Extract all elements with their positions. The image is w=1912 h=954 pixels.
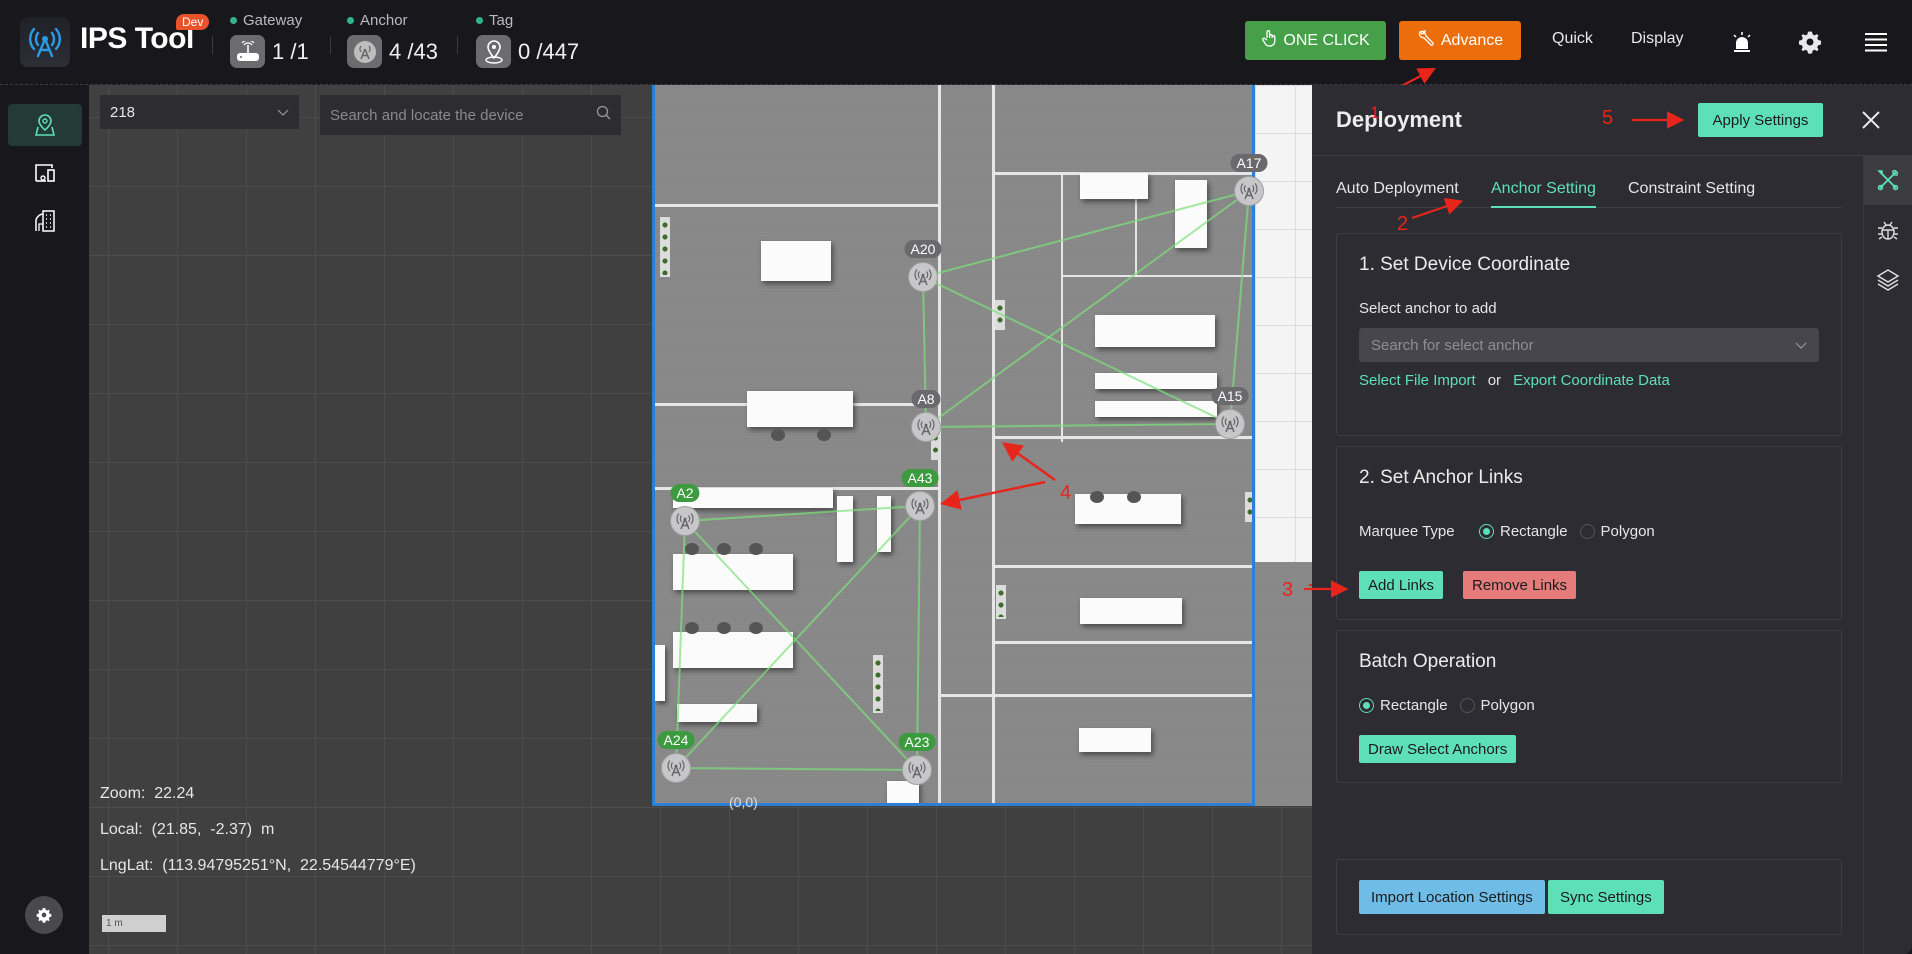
gear-icon [36, 908, 52, 923]
apply-settings-button[interactable]: Apply Settings [1698, 103, 1823, 137]
quick-link[interactable]: Quick [1552, 30, 1593, 48]
annotation-arrow-3 [1304, 580, 1349, 598]
tools-button[interactable] [1864, 155, 1912, 205]
anchor-tower-icon [347, 35, 382, 68]
batch-operation-card: Batch Operation Rectangle Polygon Draw S… [1336, 630, 1842, 783]
nav-devices[interactable] [8, 152, 82, 194]
annotation-1: 1 [1370, 103, 1380, 122]
radio-rectangle[interactable] [1479, 524, 1494, 539]
top-header: IPS Tool Dev Gateway 1 /1 Anchor 4 /43 T… [0, 0, 1912, 85]
tag-stat: Tag 0 /447 [476, 12, 579, 68]
divider [330, 36, 331, 54]
alarm-light-icon[interactable] [1728, 28, 1756, 56]
anchor-label: Anchor [360, 12, 408, 29]
section-title: 2. Set Anchor Links [1359, 467, 1523, 488]
add-links-button[interactable]: Add Links [1359, 571, 1443, 599]
draw-select-anchors-button[interactable]: Draw Select Anchors [1359, 735, 1517, 763]
settings-button[interactable] [25, 896, 63, 934]
tag-count: 0 /447 [518, 38, 580, 64]
anchor-select[interactable]: Search for select anchor [1359, 328, 1819, 362]
batch-radio-group: Rectangle Polygon [1359, 697, 1535, 714]
menu-icon[interactable] [1862, 28, 1890, 56]
layers-button[interactable] [1864, 255, 1912, 305]
bug-icon [1878, 221, 1898, 240]
divider [212, 36, 213, 54]
tag-label: Tag [489, 12, 514, 29]
radio-label: Rectangle [1380, 697, 1448, 714]
radio-label: Polygon [1600, 523, 1655, 540]
chevron-down-icon [1795, 337, 1807, 354]
annotation-3: 3 [1282, 579, 1294, 601]
hand-pointer-icon [1261, 29, 1277, 52]
gear-icon[interactable] [1796, 28, 1824, 56]
remove-links-button[interactable]: Remove Links [1463, 571, 1577, 599]
close-icon[interactable] [1856, 105, 1886, 135]
devices-icon [35, 164, 55, 182]
select-anchor-label: Select anchor to add [1359, 300, 1497, 317]
map-pin-icon [34, 114, 56, 136]
deployment-panel: Deployment 1 5 Apply Settings Auto Deplo… [1282, 85, 1912, 954]
one-click-button[interactable]: ONE CLICK [1245, 21, 1386, 60]
section-title: 1. Set Device Coordinate [1359, 254, 1571, 275]
wrench-icon [1417, 29, 1435, 52]
dev-badge: Dev [176, 14, 210, 30]
radio-label: Rectangle [1500, 523, 1568, 540]
tab-constraint-setting[interactable]: Constraint Setting [1628, 180, 1755, 206]
antenna-logo-icon [29, 27, 61, 58]
building-icon [35, 210, 55, 232]
device-coordinate-card: 1. Set Device Coordinate Select anchor t… [1336, 233, 1842, 436]
radio-rectangle[interactable] [1359, 698, 1374, 713]
tab-anchor-setting[interactable]: Anchor Setting [1491, 180, 1596, 208]
sync-settings-button[interactable]: Sync Settings [1548, 880, 1664, 914]
debug-button[interactable] [1864, 205, 1912, 255]
nav-buildings[interactable] [8, 200, 82, 242]
advance-button[interactable]: Advance [1399, 21, 1521, 60]
export-coordinate-link[interactable]: Export Coordinate Data [1513, 372, 1670, 389]
radio-label: Polygon [1480, 697, 1535, 714]
layers-icon [1876, 269, 1900, 291]
marquee-type-label: Marquee Type [1359, 523, 1455, 540]
anchor-select-placeholder: Search for select anchor [1371, 336, 1534, 354]
import-location-settings-button[interactable]: Import Location Settings [1359, 880, 1545, 914]
nav-map-location[interactable] [8, 104, 82, 146]
or-text: or [1487, 372, 1502, 389]
gateway-count: 1 /1 [272, 38, 309, 64]
annotation-arrow-5 [1632, 111, 1685, 129]
section-title: Batch Operation [1359, 651, 1497, 672]
anchor-links-card: 2. Set Anchor Links Marquee Type Rectang… [1336, 446, 1842, 620]
gateway-label: Gateway [243, 12, 303, 29]
anchor-stat: Anchor 4 /43 [347, 12, 438, 68]
left-nav [0, 85, 89, 954]
location-pin-icon [476, 35, 511, 68]
panel-title: Deployment [1336, 107, 1462, 132]
gateway-stat: Gateway 1 /1 [230, 12, 309, 68]
side-toolbar [1863, 155, 1912, 954]
footer-card: Import Location Settings Sync Settings [1336, 859, 1842, 935]
select-file-import-link[interactable]: Select File Import [1359, 372, 1476, 389]
anchor-count: 4 /43 [389, 38, 438, 64]
radio-polygon[interactable] [1579, 524, 1595, 539]
annotation-arrows [940, 442, 1312, 586]
radio-polygon[interactable] [1459, 698, 1475, 713]
router-icon [230, 35, 265, 68]
divider [457, 36, 458, 54]
app-logo [20, 17, 70, 67]
divider [1312, 155, 1912, 156]
tools-icon [1877, 169, 1899, 191]
annotation-arrow-2 [1411, 197, 1464, 220]
display-link[interactable]: Display [1631, 30, 1683, 48]
map-canvas[interactable]: A17A20A8A15A2A43A24A23 (0,0) 218 Zoom: 2… [89, 85, 1312, 954]
marquee-type-radio-group: Rectangle Polygon [1479, 523, 1655, 540]
one-click-label: ONE CLICK [1283, 31, 1370, 49]
annotation-5: 5 [1602, 107, 1614, 129]
advance-label: Advance [1440, 31, 1504, 49]
